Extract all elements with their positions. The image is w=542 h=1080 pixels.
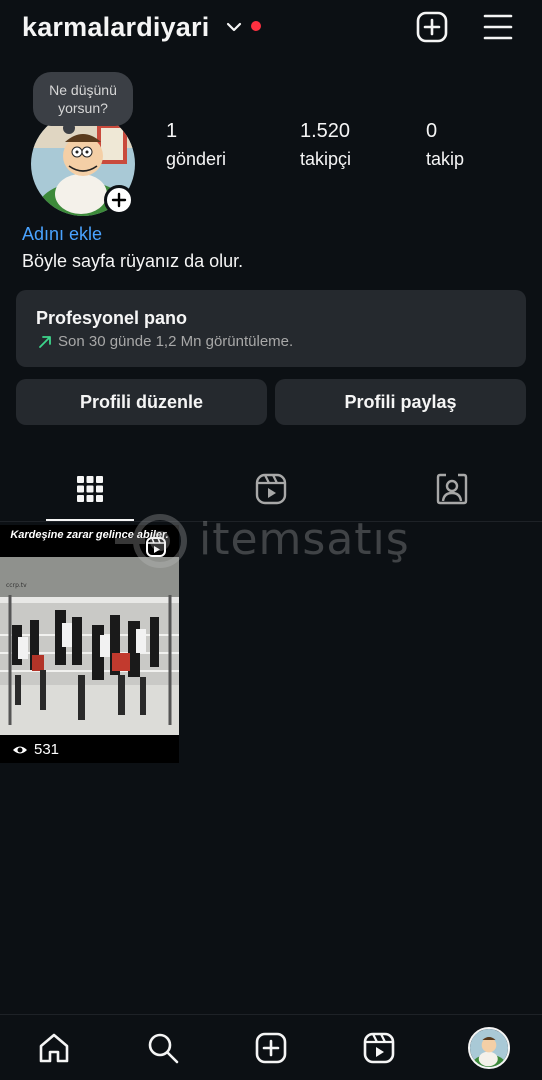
add-name-link[interactable]: Adını ekle [22,224,102,245]
add-story-button[interactable] [104,185,134,215]
stat-posts[interactable]: 1 gönderi [166,120,226,170]
notification-dot [251,21,261,31]
share-profile-button[interactable]: Profili paylaş [275,379,526,425]
professional-dashboard-subtitle: Son 30 günde 1,2 Mn görüntüleme. [58,333,294,350]
search-icon[interactable] [146,1031,180,1065]
stat-followers-value: 1.520 [300,120,351,142]
profile-avatar[interactable] [468,1027,510,1069]
plus-icon [111,192,127,208]
bio-text: Böyle sayfa rüyanız da olur. [22,251,244,271]
chevron-down-icon[interactable] [226,20,242,34]
professional-dashboard[interactable]: Profesyonel pano Son 30 günde 1,2 Mn gör… [16,290,526,367]
reels-icon[interactable] [362,1031,396,1065]
stat-followers-label: takipçi [300,149,352,169]
top-bar: karmalardiyari [0,0,542,56]
stat-posts-value: 1 [166,120,178,142]
edit-profile-button[interactable]: Profili düzenle [16,379,267,425]
avatar-image [470,1029,508,1067]
stat-posts-label: gönderi [166,149,227,169]
eye-icon [13,746,27,753]
stat-followers[interactable]: 1.520 takipçi [300,120,351,170]
stat-following[interactable]: 0 takip [426,120,464,170]
stat-following-label: takip [426,149,465,169]
professional-dashboard-title: Profesyonel pano [36,308,188,328]
note-bubble[interactable]: Ne düşünü yorsun? [33,72,133,134]
watermark-logo [115,514,187,568]
watermark: itemsatış [115,512,445,572]
svg-text:ccrp.tv: ccrp.tv [6,582,27,589]
menu-icon[interactable] [481,10,515,44]
bottom-nav [0,1014,542,1080]
username[interactable]: karmalardiyari [22,12,209,43]
stat-following-value: 0 [426,120,438,142]
create-icon[interactable] [415,10,449,44]
home-icon[interactable] [37,1031,71,1065]
reels-icon[interactable] [254,472,288,506]
post-views-count: 531 [34,741,60,758]
grid-icon[interactable] [73,472,107,506]
create-icon[interactable] [254,1031,288,1065]
tagged-icon[interactable] [435,472,469,506]
trend-up-icon [39,336,51,348]
watermark-text: itemsatış [199,514,410,565]
post-views: 531 [12,741,59,758]
